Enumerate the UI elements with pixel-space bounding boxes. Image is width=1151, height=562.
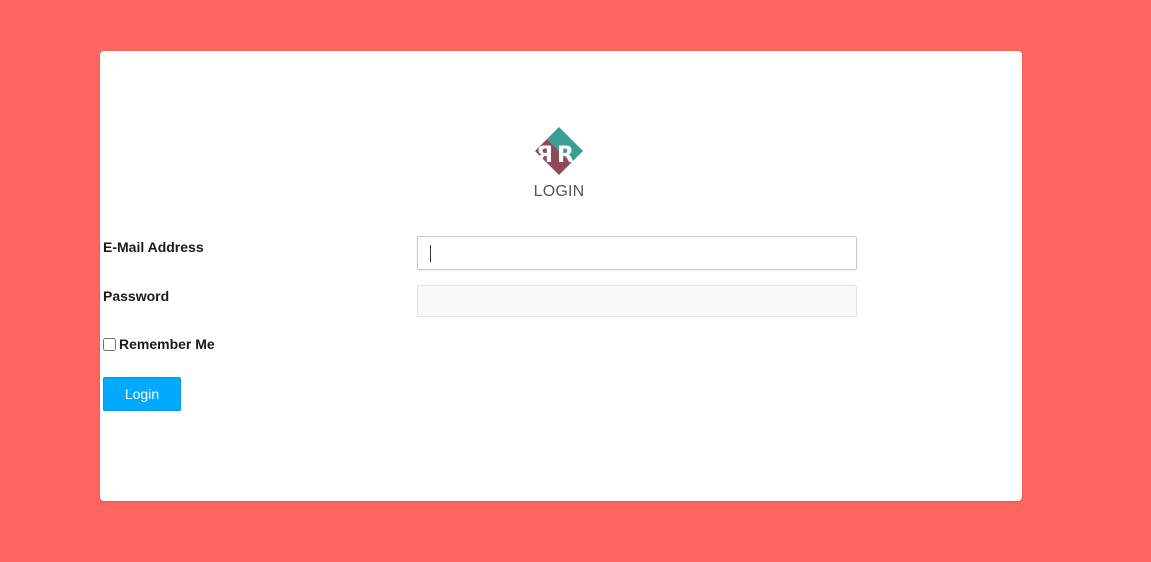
svg-text:R: R [536, 143, 553, 168]
remember-me-checkbox[interactable] [103, 337, 116, 351]
email-label: E-Mail Address [103, 239, 204, 255]
login-card: R R LOGIN E-Mail Address Password Rememb… [100, 51, 1022, 501]
svg-text:R: R [557, 143, 574, 168]
login-button[interactable]: Login [103, 377, 181, 411]
password-field[interactable] [417, 285, 857, 317]
page-title: LOGIN [533, 183, 585, 200]
text-cursor [430, 245, 431, 262]
remember-me-label: Remember Me [119, 336, 215, 352]
email-field[interactable] [417, 236, 857, 270]
remember-me-row: Remember Me [103, 336, 215, 352]
password-label: Password [103, 288, 170, 304]
rr-diamond-logo-icon: R R [534, 126, 584, 176]
